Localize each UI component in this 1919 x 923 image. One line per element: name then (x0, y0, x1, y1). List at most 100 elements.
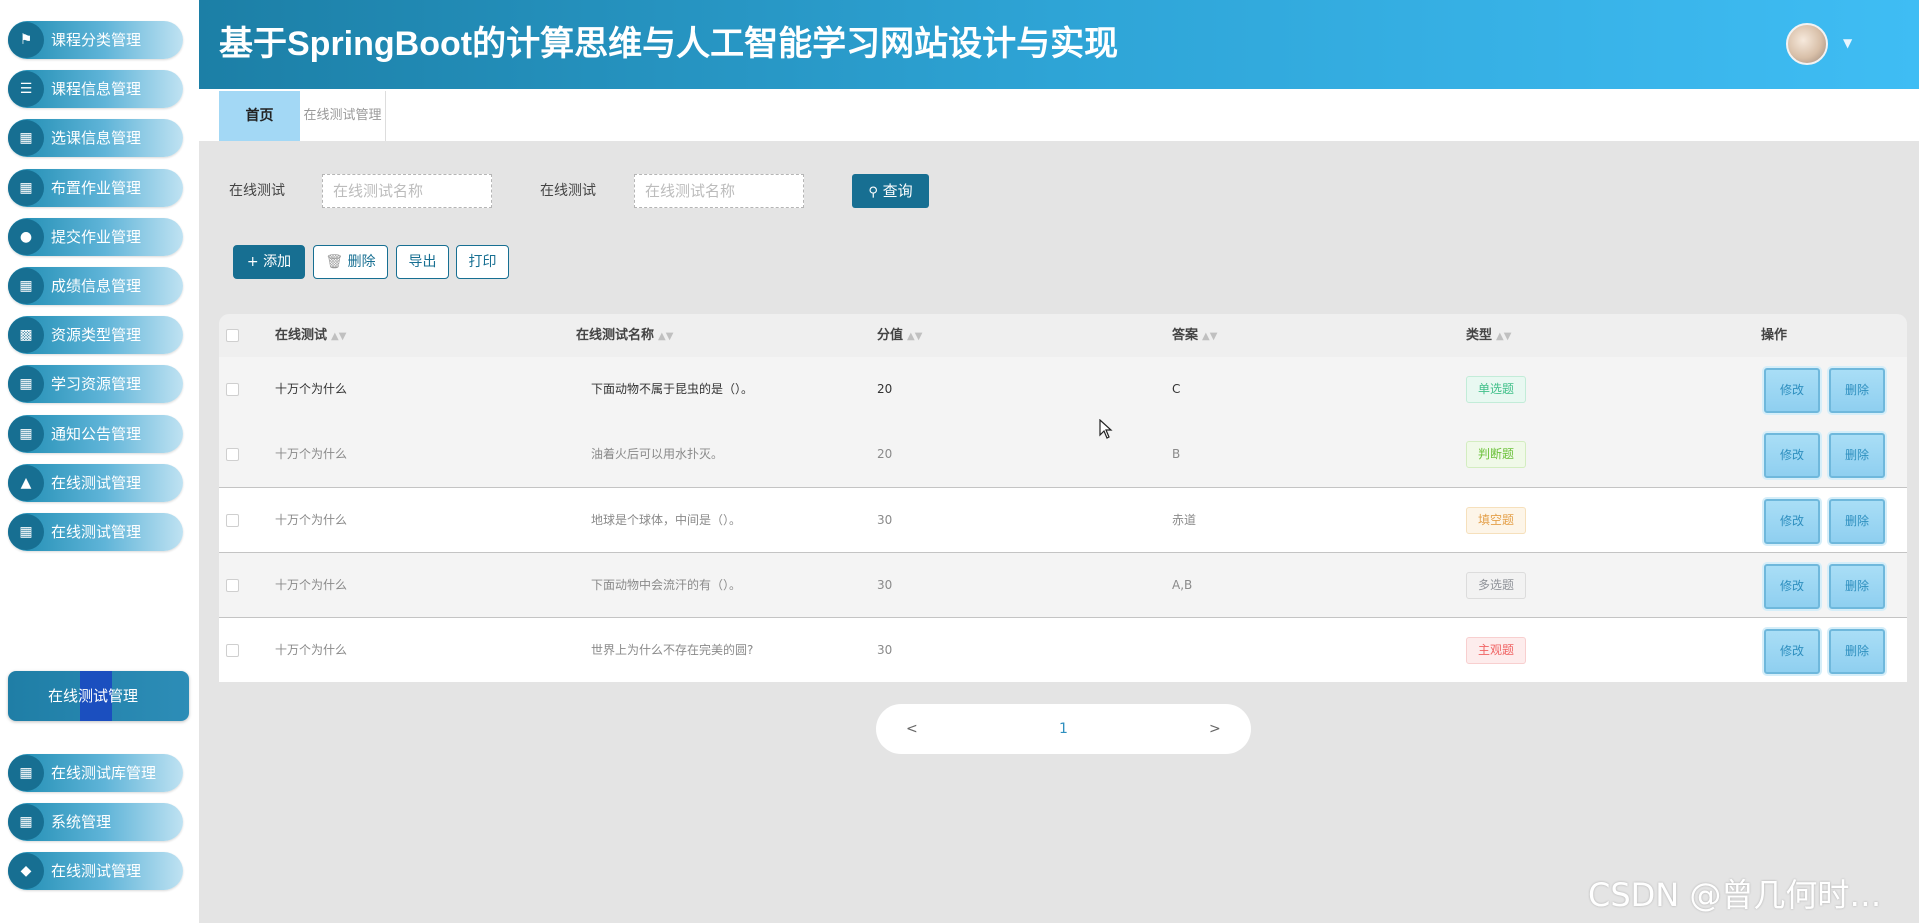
sidebar-item[interactable]: ▦ 通知公告管理 (8, 414, 183, 453)
sidebar-item[interactable]: ☰ 课程信息管理 (8, 70, 183, 109)
table-row: 十万个为什么 世界上为什么不存在完美的圆? 30 主观题 修改 删除 (219, 617, 1907, 682)
prev-page-button[interactable]: < (906, 704, 918, 754)
sort-icon: ▲▼ (1202, 331, 1218, 342)
type-tag: 填空题 (1466, 507, 1526, 534)
table-icon: ▦ (8, 415, 44, 452)
sidebar-item[interactable]: ● 提交作业管理 (8, 217, 183, 256)
flag-icon: ⚑ (8, 22, 44, 58)
sort-icon: ▲▼ (1496, 331, 1512, 342)
tab-home[interactable]: 首页 (219, 91, 300, 141)
page-number[interactable]: 1 (1059, 704, 1068, 754)
sidebar-item-label: 选课信息管理 (51, 129, 142, 148)
cell-name: 地球是个球体，中间是（）。 (591, 513, 742, 527)
sidebar-item[interactable]: ▦ 成绩信息管理 (8, 267, 183, 305)
cell-name: 下面动物不属于昆虫的是（）。 (591, 382, 754, 396)
edit-button[interactable]: 修改 (1764, 499, 1820, 544)
sidebar-item-label: 课程信息管理 (51, 80, 142, 99)
sidebar-item-label: 在线测试管理 (51, 473, 142, 492)
add-label: 添加 (263, 254, 292, 270)
column-header-score[interactable]: 分值 ▲▼ (877, 314, 922, 357)
cell-score: 30 (877, 643, 893, 657)
sidebar-item-label: 在线测试管理 (51, 523, 142, 541)
column-header-name[interactable]: 在线测试名称 ▲▼ (576, 314, 673, 357)
delete-button[interactable]: 🗑 删除 (313, 245, 388, 279)
grid-icon: ▦ (8, 514, 44, 550)
sidebar: ⚑ 课程分类管理 ☰ 课程信息管理 ▦ 选课信息管理 ▦ 布置作业管理 ● 提交作业管理 ▦ 成绩信息… (0, 0, 199, 923)
sidebar-item[interactable]: ▦ 在线测试管理 (8, 513, 183, 551)
cell-test: 十万个为什么 (275, 578, 348, 592)
sidebar-item-label: 学习资源管理 (51, 375, 142, 394)
search-input-1[interactable] (322, 174, 492, 208)
sidebar-item-label: 通知公告管理 (51, 424, 142, 443)
type-tag: 多选题 (1466, 572, 1526, 599)
table-row: 十万个为什么 下面动物不属于昆虫的是（）。 20 C 单选题 修改 删除 (219, 357, 1907, 422)
cell-score: 30 (877, 578, 893, 592)
cell-answer: 赤道 (1172, 513, 1197, 527)
sidebar-item[interactable]: ▩ 资源类型管理 (8, 316, 183, 355)
sort-icon: ▲▼ (331, 331, 347, 342)
sidebar-item-label: 成绩信息管理 (51, 277, 142, 295)
type-tag: 判断题 (1466, 441, 1526, 468)
edit-button[interactable]: 修改 (1764, 629, 1820, 674)
row-checkbox[interactable] (226, 514, 239, 527)
query-button[interactable]: ⚲ 查询 (852, 174, 929, 208)
next-page-button[interactable]: > (1209, 704, 1221, 754)
row-delete-button[interactable]: 删除 (1829, 433, 1885, 478)
grid-icon: ▦ (8, 268, 44, 304)
row-delete-button[interactable]: 删除 (1829, 629, 1885, 674)
pagination: < 1 > (876, 704, 1251, 754)
avatar[interactable] (1786, 23, 1828, 65)
search-input-2[interactable] (634, 174, 804, 208)
sidebar-item[interactable]: ◆ 在线测试管理 (8, 852, 183, 891)
table-row: 十万个为什么 下面动物中会流汗的有（）。 30 A,B 多选题 修改 删除 (219, 552, 1907, 617)
select-all-checkbox[interactable] (226, 329, 239, 342)
row-checkbox[interactable] (226, 448, 239, 461)
edit-button[interactable]: 修改 (1764, 564, 1820, 609)
cell-score: 20 (877, 447, 893, 461)
edit-button[interactable]: 修改 (1764, 433, 1820, 478)
sidebar-item-label: 布置作业管理 (51, 178, 142, 197)
caret-down-icon[interactable]: ▼ (1843, 36, 1852, 50)
watermark: CSDN @曾几何时… (1588, 876, 1882, 914)
cell-answer: A,B (1172, 578, 1193, 592)
row-delete-button[interactable]: 删除 (1829, 499, 1885, 544)
row-checkbox[interactable] (226, 383, 239, 396)
table-row: 十万个为什么 地球是个球体，中间是（）。 30 赤道 填空题 修改 删除 (219, 487, 1907, 552)
sidebar-item[interactable]: ▦ 在线测试库管理 (8, 754, 183, 792)
row-checkbox[interactable] (226, 644, 239, 657)
sidebar-item[interactable]: ▦ 选课信息管理 (8, 119, 183, 158)
list-icon: ☰ (8, 71, 44, 108)
sidebar-item-active[interactable]: 在线测试管理 (8, 671, 189, 721)
sidebar-item[interactable]: ▦ 系统管理 (8, 803, 183, 842)
column-header-answer[interactable]: 答案 ▲▼ (1172, 314, 1217, 357)
sidebar-item[interactable]: ▦ 布置作业管理 (8, 168, 183, 207)
column-header-type[interactable]: 类型 ▲▼ (1466, 314, 1511, 357)
cell-test: 十万个为什么 (275, 513, 348, 527)
row-delete-button[interactable]: 删除 (1829, 564, 1885, 609)
trash-icon: 🗑 (325, 254, 344, 270)
sidebar-item[interactable]: ▲ 在线测试管理 (8, 463, 183, 502)
search-label-1: 在线测试 (229, 183, 285, 199)
table-row: 十万个为什么 油着火后可以用水扑灭。 20 B 判断题 修改 删除 (219, 422, 1907, 487)
edit-button[interactable]: 修改 (1764, 368, 1820, 413)
tab-online-test[interactable]: 在线测试管理 (300, 91, 386, 141)
sidebar-item-label: 系统管理 (51, 813, 112, 832)
sidebar-item[interactable]: ⚑ 课程分类管理 (8, 21, 183, 59)
row-delete-button[interactable]: 删除 (1829, 368, 1885, 413)
table-header: 在线测试 ▲▼ 在线测试名称 ▲▼ 分值 ▲▼ 答案 ▲▼ 类型 ▲▼ 操作 (219, 314, 1907, 357)
sidebar-item-label: 提交作业管理 (51, 227, 142, 246)
export-button[interactable]: 导出 (396, 245, 449, 279)
sidebar-item-label: 课程分类管理 (51, 31, 142, 49)
cell-name: 世界上为什么不存在完美的圆? (591, 643, 754, 657)
row-checkbox[interactable] (226, 579, 239, 592)
type-tag: 单选题 (1466, 376, 1526, 403)
print-button[interactable]: 打印 (456, 245, 509, 279)
cell-test: 十万个为什么 (275, 643, 348, 657)
type-tag: 主观题 (1466, 637, 1526, 664)
sidebar-item[interactable]: ▦ 学习资源管理 (8, 365, 183, 404)
sort-icon: ▲▼ (907, 331, 923, 342)
cell-answer: B (1172, 447, 1181, 461)
query-label: 查询 (882, 182, 913, 200)
column-header-test[interactable]: 在线测试 ▲▼ (275, 314, 346, 357)
add-button[interactable]: + 添加 (233, 245, 305, 279)
